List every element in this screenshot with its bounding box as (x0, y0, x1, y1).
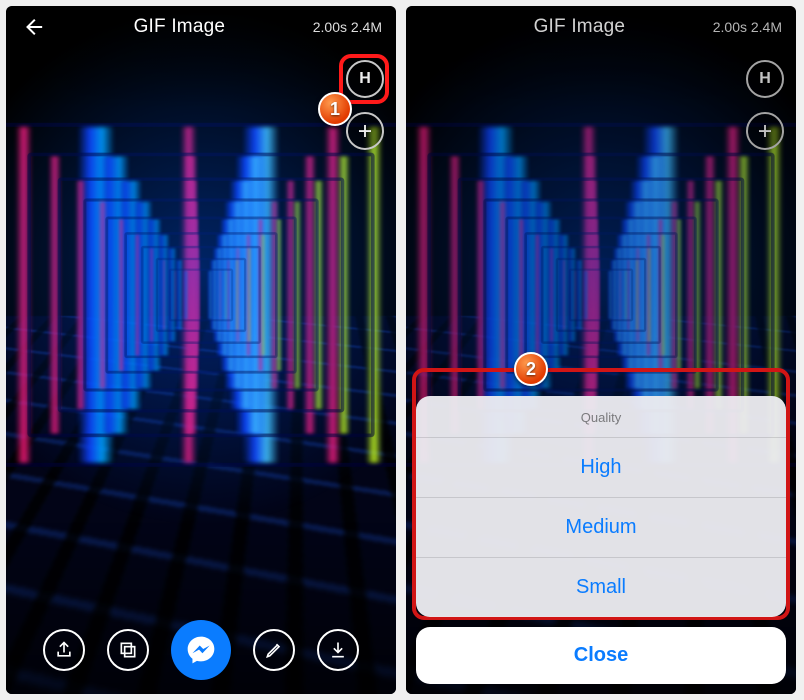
gif-preview (6, 6, 396, 694)
edit-button[interactable] (253, 629, 295, 671)
share-icon (54, 640, 74, 660)
page-title: GIF Image (46, 16, 313, 38)
download-icon (328, 640, 348, 660)
share-button[interactable] (43, 629, 85, 671)
layers-icon (118, 640, 138, 660)
gif-size: 2.4M (351, 19, 382, 35)
gif-duration: 2.00s (313, 19, 347, 35)
pencil-icon (264, 640, 284, 660)
side-buttons: H (346, 60, 384, 150)
gif-meta: 2.00s 2.4M (313, 19, 382, 35)
messenger-icon (185, 634, 217, 666)
screen-right: GIF Image 2.00s 2.4M H Quality High Medi… (406, 6, 796, 694)
quality-action-sheet: Quality High Medium Small Close (416, 396, 786, 684)
bottom-toolbar (6, 620, 396, 680)
add-button[interactable] (346, 112, 384, 150)
back-button[interactable] (20, 14, 46, 40)
quality-options-group: Quality High Medium Small (416, 396, 786, 617)
quality-option-medium[interactable]: Medium (416, 497, 786, 557)
plus-icon (356, 122, 374, 140)
back-arrow-icon (22, 16, 44, 38)
download-button[interactable] (317, 629, 359, 671)
layers-button[interactable] (107, 629, 149, 671)
sheet-close-button[interactable]: Close (416, 627, 786, 684)
quality-option-high[interactable]: High (416, 437, 786, 497)
screen-left: GIF Image 2.00s 2.4M H (6, 6, 396, 694)
header: GIF Image 2.00s 2.4M (6, 6, 396, 48)
messenger-button[interactable] (171, 620, 231, 680)
quality-letter-icon: H (359, 70, 371, 88)
sheet-title: Quality (416, 396, 786, 437)
quality-option-small[interactable]: Small (416, 557, 786, 617)
quality-button[interactable]: H (346, 60, 384, 98)
